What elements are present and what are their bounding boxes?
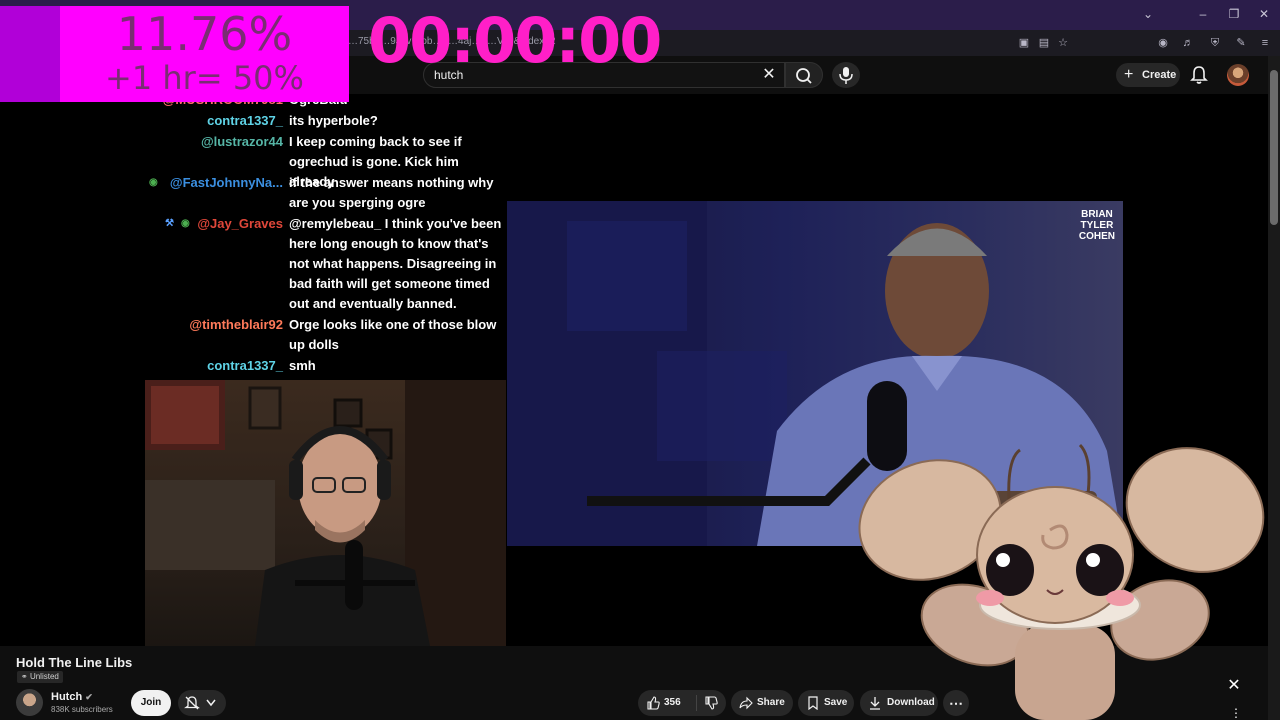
restore-icon[interactable]: ❐ — [1224, 6, 1244, 22]
bookmark-icon — [808, 696, 818, 710]
microphone-icon — [839, 67, 853, 84]
link-icon: ⚭ — [21, 672, 28, 681]
speaker-icon[interactable]: ♬ — [1180, 35, 1196, 51]
extensions-icon[interactable]: ✎ — [1233, 35, 1249, 51]
chat-text: Orge looks like one of those blow up dol… — [289, 317, 497, 352]
account-avatar[interactable] — [1227, 64, 1249, 86]
chat-username: contra1337_ — [207, 358, 283, 373]
chat-message: contra1337_ its hyperbole? — [145, 111, 506, 131]
bell-off-icon — [184, 696, 200, 710]
create-button[interactable]: + Create — [1116, 63, 1180, 87]
goal-rate: +1 hr= 50% — [105, 59, 304, 97]
like-count: 356 — [664, 697, 681, 708]
close-icon[interactable]: ✕ — [1224, 676, 1244, 696]
chat-text: @remylebeau_ I think you've been here lo… — [289, 216, 502, 311]
channel-name-text[interactable]: Hutch — [51, 691, 82, 703]
thumbs-down-icon — [705, 696, 718, 710]
chat-username: contra1337_ — [207, 113, 283, 128]
goal-overlay: 11.76% +1 hr= 50% — [60, 6, 349, 102]
money-badge-icon: ◉ — [181, 218, 190, 229]
minimize-icon[interactable]: – — [1193, 6, 1213, 22]
chat-username: @FastJohnnyNa... — [169, 175, 283, 190]
more-horizontal-icon: ⋯ — [949, 695, 963, 711]
search-button[interactable] — [785, 62, 823, 88]
chat-message: ⚒ ◉ @Jay_Graves @remylebeau_ I think you… — [145, 214, 506, 314]
reader-view-icon[interactable]: ▤ — [1036, 35, 1052, 51]
chat-message: contra1337_ smh — [145, 356, 506, 376]
tab-list-chevron-icon[interactable]: ⌄ — [1138, 6, 1158, 22]
more-vertical-icon[interactable]: ⋮ — [1230, 706, 1242, 720]
like-dislike-group: 356 — [638, 690, 726, 716]
dislike-button[interactable] — [698, 690, 726, 716]
chat-username: @timtheblair92 — [189, 317, 283, 332]
scrollbar-thumb[interactable] — [1270, 70, 1278, 225]
chat-overlay: @MUSHROOM7981 OgreBald contra1337_ its h… — [145, 94, 506, 380]
shield-icon[interactable]: ⛨ — [1207, 35, 1223, 51]
chevron-down-icon — [206, 699, 216, 707]
more-actions-button[interactable]: ⋯ — [943, 690, 969, 716]
download-icon — [870, 697, 880, 710]
chat-message: ◉ @FastJohnnyNa... if the answer means n… — [145, 173, 506, 213]
chat-message: @lustrazor44 I keep coming back to see i… — [145, 132, 506, 189]
logo-line: COHEN — [1078, 231, 1115, 242]
like-button[interactable]: 356 — [638, 690, 694, 716]
chat-text: smh — [289, 358, 316, 373]
divider — [696, 695, 697, 711]
save-button[interactable]: Save — [798, 690, 854, 716]
verified-icon: ✔ — [85, 692, 93, 702]
download-label: Download — [887, 697, 935, 708]
plus-icon: + — [1124, 66, 1134, 83]
stream-timer: 00:00:00 — [368, 4, 662, 77]
menu-icon[interactable]: ≡ — [1257, 35, 1273, 51]
thumbs-up-icon — [647, 696, 660, 710]
subscriber-count: 838K subscribers — [51, 705, 113, 714]
unlisted-label: Unlisted — [29, 672, 59, 681]
chat-username: @lustrazor44 — [200, 134, 283, 149]
create-label: Create — [1142, 69, 1177, 81]
goal-percent: 11.76% — [116, 7, 293, 61]
picture-in-picture-icon[interactable]: ▣ — [1016, 35, 1032, 51]
screen: ⌄ – ❐ ✕ …75bh…9Ji-v…ob…9…4aj…g…V…&index=… — [0, 0, 1280, 720]
share-button[interactable]: Share — [731, 690, 793, 716]
logo-line: BRIAN — [1081, 209, 1113, 220]
chat-text: if the answer means nothing why are you … — [289, 175, 494, 210]
money-badge-icon: ◉ — [149, 177, 158, 188]
chat-username: @Jay_Graves — [197, 216, 283, 231]
close-window-icon[interactable]: ✕ — [1254, 6, 1274, 22]
notifications-button[interactable] — [1189, 64, 1209, 86]
join-button[interactable]: Join — [131, 690, 171, 716]
account-icon[interactable]: ◉ — [1155, 35, 1171, 51]
search-icon — [796, 68, 812, 84]
video-title: Hold The Line Libs — [16, 655, 133, 670]
moth-mascot — [858, 443, 1265, 720]
unlisted-badge: ⚭ Unlisted — [17, 671, 63, 683]
save-label: Save — [824, 697, 848, 708]
subscription-notifications-button[interactable] — [178, 690, 226, 716]
chat-text: its hyperbole? — [289, 113, 378, 128]
voice-search-button[interactable] — [832, 62, 860, 88]
bookmark-star-icon[interactable]: ☆ — [1055, 35, 1071, 51]
logo-line: TYLER — [1080, 220, 1114, 231]
download-button[interactable]: Download — [860, 690, 938, 716]
webcam-scene — [145, 380, 506, 646]
channel-name[interactable]: Hutch ✔ — [51, 691, 93, 703]
brian-tyler-cohen-logo: BRIAN TYLER COHEN — [1079, 209, 1115, 242]
overlay-side-panel — [0, 6, 60, 102]
streamer-webcam — [145, 380, 506, 646]
channel-avatar[interactable] — [16, 689, 43, 716]
share-icon — [739, 696, 753, 710]
bell-icon — [1190, 66, 1208, 84]
share-label: Share — [757, 697, 785, 708]
moderator-wrench-icon: ⚒ — [165, 218, 174, 229]
chat-message: @timtheblair92 Orge looks like one of th… — [145, 315, 506, 355]
clear-search-icon[interactable]: ✕ — [760, 66, 778, 84]
